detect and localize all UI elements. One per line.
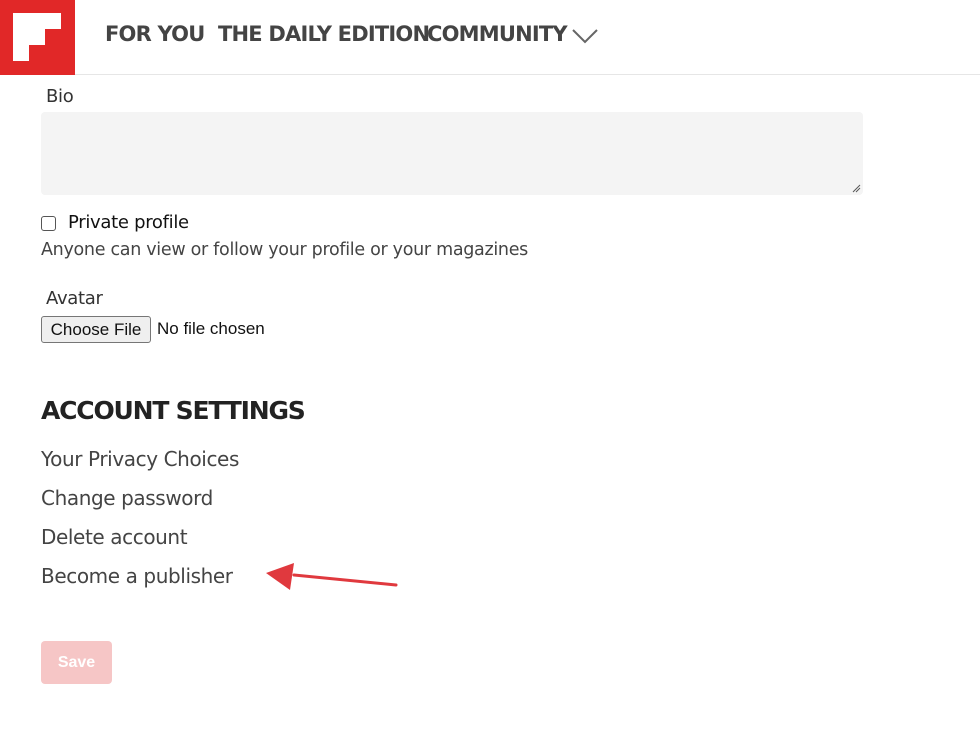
top-navigation-bar: FOR YOU THE DAILY EDITION COMMUNITY (0, 0, 980, 75)
private-profile-helper-text: Anyone can view or follow your profile o… (41, 240, 529, 260)
change-password-link[interactable]: Change password (41, 486, 213, 510)
delete-account-link[interactable]: Delete account (41, 525, 188, 549)
nav-for-you[interactable]: FOR YOU (105, 22, 205, 46)
flipboard-logo[interactable] (0, 0, 75, 75)
resize-handle-icon[interactable] (851, 183, 861, 193)
save-button[interactable]: Save (41, 641, 112, 684)
your-privacy-choices-link[interactable]: Your Privacy Choices (41, 447, 239, 471)
bio-label: Bio (46, 86, 74, 107)
become-a-publisher-link[interactable]: Become a publisher (41, 564, 233, 588)
nav-the-daily-edition[interactable]: THE DAILY EDITION (218, 22, 430, 46)
private-profile-label[interactable]: Private profile (68, 212, 189, 233)
red-arrow-pointer-icon (266, 563, 398, 590)
private-profile-checkbox[interactable] (41, 216, 56, 231)
choose-file-button[interactable]: Choose File (41, 316, 151, 343)
bio-textarea[interactable] (41, 112, 863, 195)
flipboard-logo-icon (13, 13, 61, 61)
chevron-down-icon[interactable] (571, 26, 599, 46)
nav-community[interactable]: COMMUNITY (427, 22, 568, 46)
account-settings-heading: ACCOUNT SETTINGS (41, 396, 306, 425)
file-status-text: No file chosen (157, 319, 265, 338)
avatar-label: Avatar (46, 288, 103, 309)
